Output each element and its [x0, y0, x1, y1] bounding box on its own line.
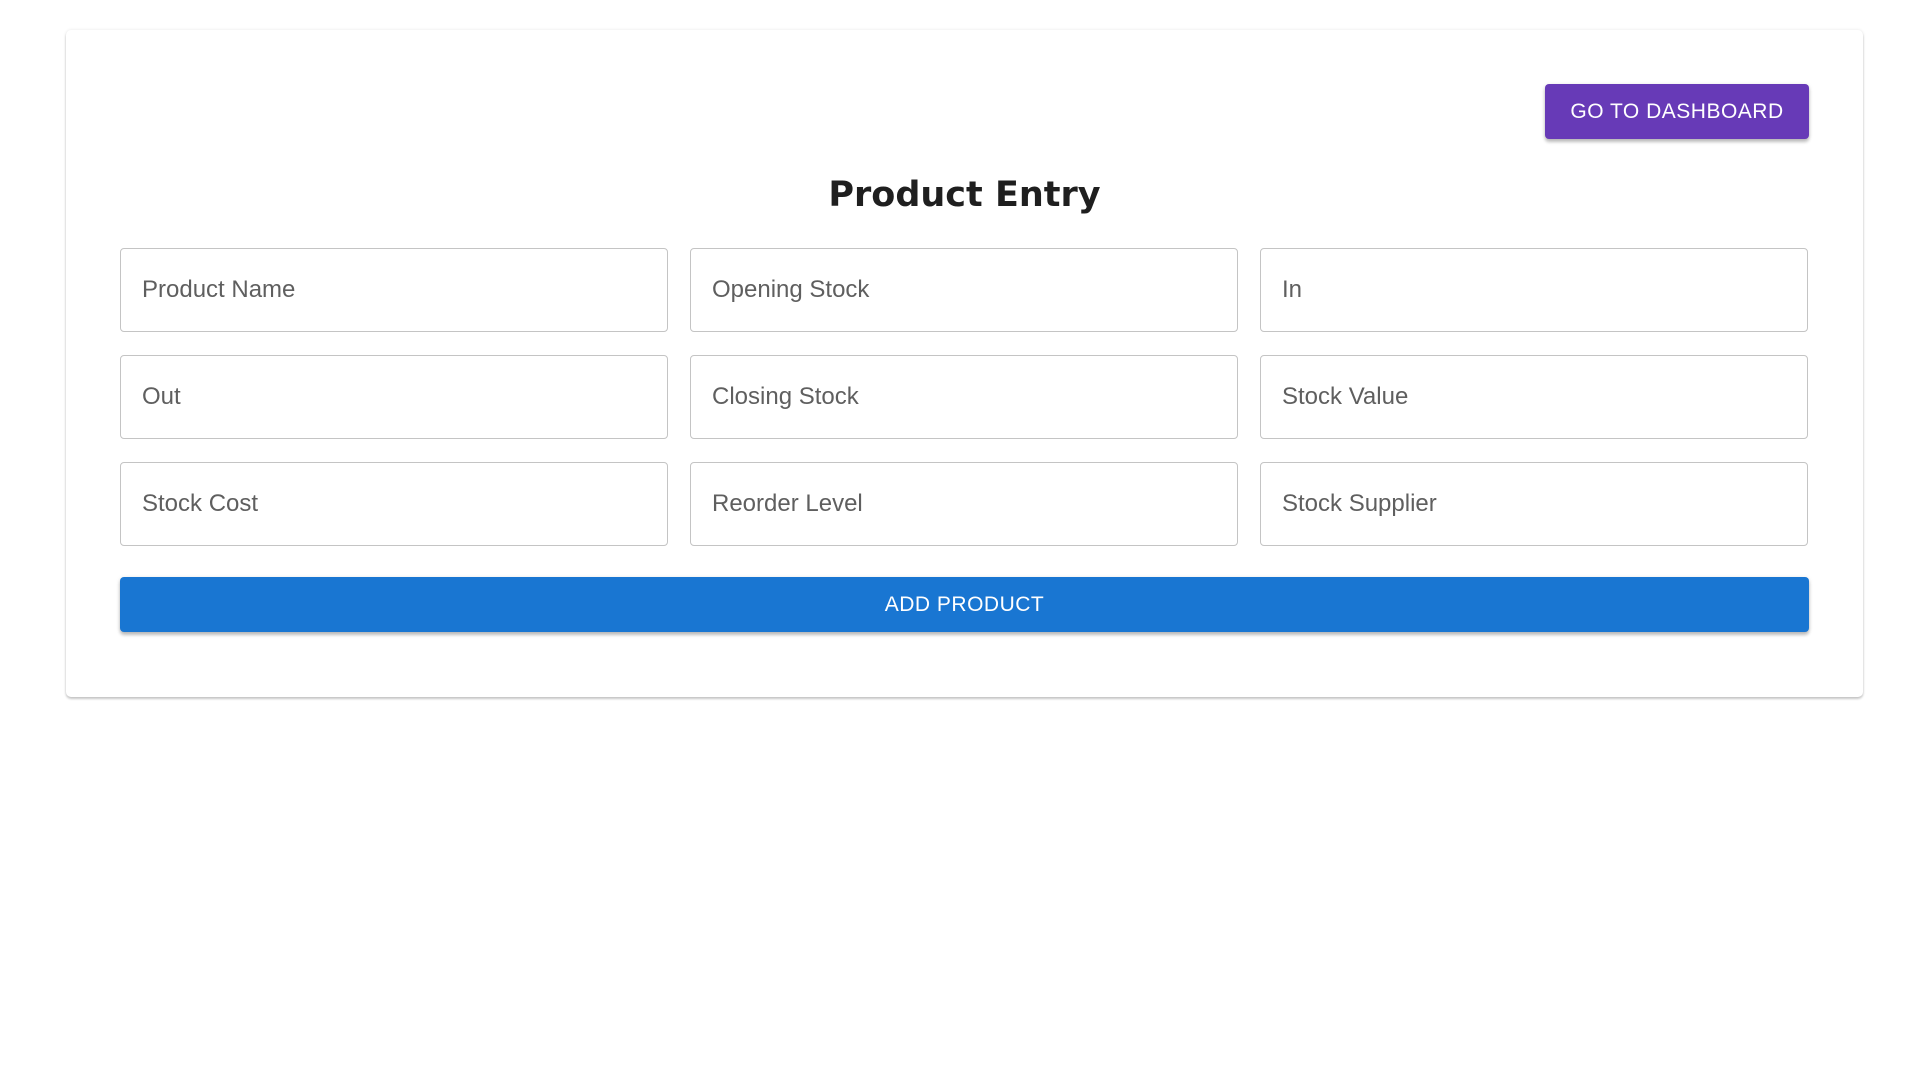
out-field[interactable]: Out	[120, 355, 668, 439]
add-product-button[interactable]: ADD PRODUCT	[120, 577, 1809, 632]
reorder-level-field[interactable]: Reorder Level	[690, 462, 1238, 546]
in-placeholder: In	[1282, 276, 1303, 303]
closing-stock-placeholder: Closing Stock	[712, 383, 859, 410]
reorder-level-placeholder: Reorder Level	[712, 490, 863, 517]
stock-cost-field[interactable]: Stock Cost	[120, 462, 668, 546]
opening-stock-field[interactable]: Opening Stock	[690, 248, 1238, 332]
product-name-placeholder: Product Name	[142, 276, 296, 303]
stock-value-field[interactable]: Stock Value	[1260, 355, 1808, 439]
product-entry-card: GO TO DASHBOARD Product Entry Product Na…	[66, 30, 1863, 697]
out-placeholder: Out	[142, 383, 181, 410]
page-title: Product Entry	[828, 175, 1101, 215]
stock-value-placeholder: Stock Value	[1282, 383, 1409, 410]
in-field[interactable]: In	[1260, 248, 1808, 332]
opening-stock-placeholder: Opening Stock	[712, 276, 870, 303]
go-to-dashboard-button[interactable]: GO TO DASHBOARD	[1545, 84, 1809, 139]
product-name-field[interactable]: Product Name	[120, 248, 668, 332]
stock-cost-placeholder: Stock Cost	[142, 490, 259, 517]
stock-supplier-placeholder: Stock Supplier	[1282, 490, 1437, 517]
product-form: Product Name Opening Stock In Out Closin…	[120, 248, 1809, 546]
closing-stock-field[interactable]: Closing Stock	[690, 355, 1238, 439]
stock-supplier-field[interactable]: Stock Supplier	[1260, 462, 1808, 546]
